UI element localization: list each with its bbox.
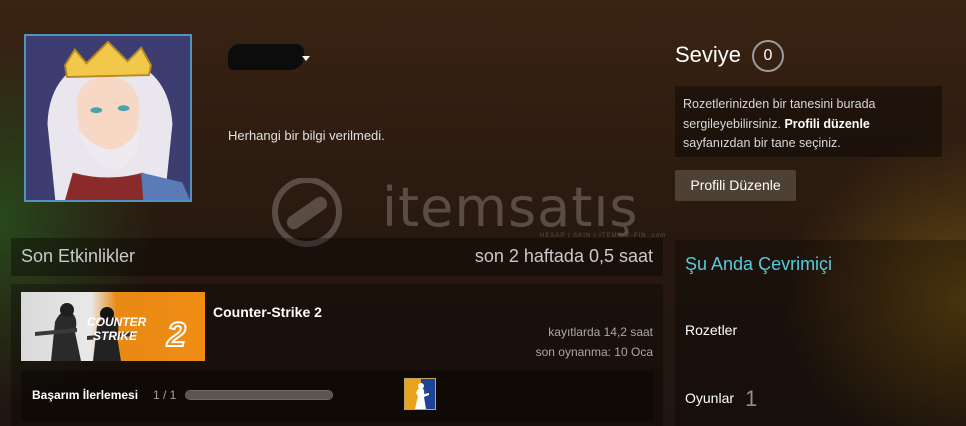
badge-showcase-info: Rozetlerinizden bir tanesini burada serg… [675, 86, 942, 157]
achievement-icon[interactable] [404, 378, 436, 410]
achievement-count: 1 / 1 [153, 388, 177, 402]
badges-link[interactable]: Rozetler [685, 322, 737, 338]
achievement-progress-fill [186, 391, 332, 399]
profile-summary: Herhangi bir bilgi verilmedi. [228, 128, 385, 143]
achievement-progress-label[interactable]: Başarım İlerlemesi [32, 388, 138, 402]
capsule-title-line-1: COUNTER [87, 315, 147, 329]
capsule-title-number: 2 [166, 316, 186, 354]
achievement-progress-bar [185, 390, 333, 400]
recent-activity-header: Son Etkinlikler son 2 haftada 0,5 saat [11, 238, 663, 276]
level-badge[interactable]: 0 [752, 40, 784, 72]
edit-profile-button[interactable]: Profili Düzenle [675, 170, 796, 201]
avatar[interactable] [24, 34, 192, 202]
level-label: Seviye [675, 42, 742, 67]
watermark-text: itemsatış [382, 176, 639, 239]
game-hours-on-record: kayıtlarda 14,2 saat [548, 325, 653, 339]
capsule-title-line-2: STRIKE [93, 329, 138, 343]
chevron-down-icon[interactable] [302, 56, 310, 61]
achievement-progress-row: Başarım İlerlemesi 1 / 1 [21, 371, 653, 421]
game-last-played: son oynanma: 10 Oca [535, 345, 653, 359]
recent-game-card: COUNTER STRIKE 2 Counter-Strike 2 kayıtl… [11, 284, 663, 426]
game-capsule-image[interactable]: COUNTER STRIKE 2 [21, 292, 205, 361]
recent-activity-hours: son 2 haftada 0,5 saat [474, 246, 653, 266]
online-status: Şu Anda Çevrimiçi [685, 254, 833, 274]
games-link[interactable]: Oyunlar [685, 390, 734, 406]
cs2-capsule-art: COUNTER STRIKE 2 [35, 303, 187, 361]
soldier-icon [405, 379, 435, 409]
recent-activity-title: Son Etkinlikler [21, 246, 136, 266]
badge-info-text-after: sayfanızdan bir tane seçiniz. [683, 136, 841, 150]
persona-name[interactable]: ██████ [228, 44, 304, 70]
avatar-image [26, 36, 190, 200]
game-name-link[interactable]: Counter-Strike 2 [213, 304, 322, 320]
edit-profile-link[interactable]: Profili düzenle [784, 117, 869, 131]
games-count[interactable]: 1 [745, 386, 757, 412]
profile-right-column: Şu Anda Çevrimiçi Rozetler Oyunlar 1 [675, 240, 966, 426]
